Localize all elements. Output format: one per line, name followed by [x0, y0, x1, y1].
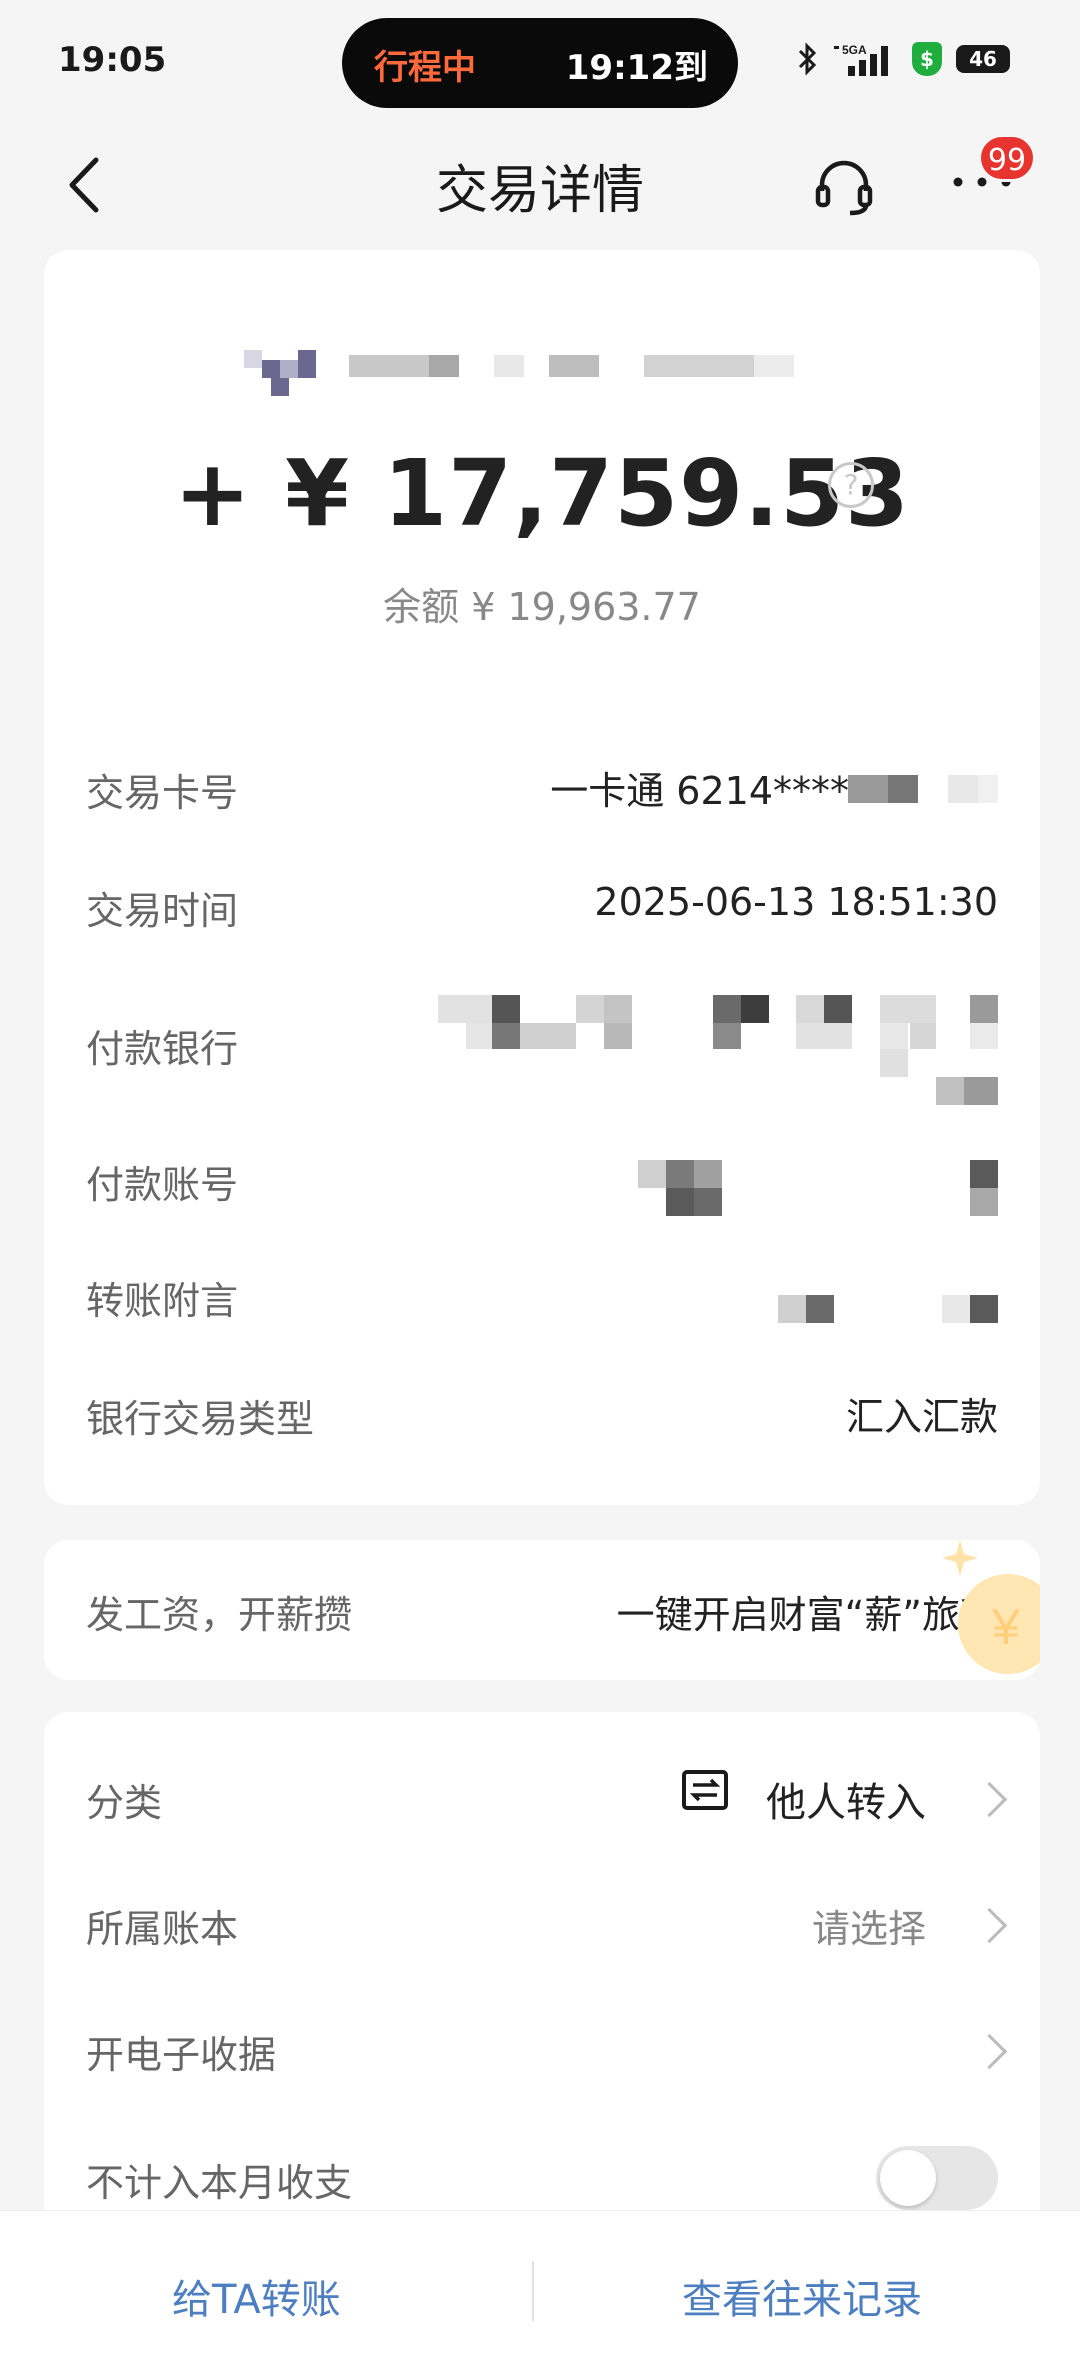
status-icons: 5GA $ 46: [796, 42, 1010, 76]
svg-text:5GA: 5GA: [842, 43, 867, 57]
toggle-knob: [880, 2150, 936, 2206]
trip-status-pill[interactable]: 行程中 19:12到: [342, 18, 738, 108]
coin-sparkle-icon: ¥: [942, 1540, 1040, 1674]
redacted-counterparty: [244, 350, 844, 410]
svg-text:¥: ¥: [991, 1599, 1020, 1655]
trip-label: 行程中: [374, 48, 476, 88]
exclude-label: 不计入本月收支: [86, 2161, 353, 2205]
headset-icon: [815, 160, 873, 216]
exclude-toggle[interactable]: [876, 2146, 998, 2210]
redacted-payer-account: [638, 1160, 998, 1216]
battery-icon: 46: [956, 45, 1010, 73]
detail-label: 转账附言: [86, 1279, 239, 1323]
detail-value: 汇入汇款: [845, 1395, 998, 1439]
row-label: 所属账本: [86, 1907, 239, 1951]
trip-eta: 19:12到: [565, 48, 708, 88]
detail-label: 交易卡号: [86, 771, 239, 815]
page-title: 交易详情: [435, 161, 644, 221]
transfer-button[interactable]: 给TA转账: [172, 2267, 341, 2325]
transaction-card: + ¥ 17,759.53 ? 余额 ¥ 19,963.77 交易卡号 一卡通 …: [44, 250, 1040, 1505]
battery-level: 46: [969, 47, 997, 71]
account-balance: 余额 ¥ 19,963.77: [383, 585, 701, 629]
ledger-value: 请选择: [811, 1907, 926, 1951]
detail-value: 一卡通 6214*****: [550, 769, 868, 813]
bluetooth-icon: [798, 42, 817, 76]
chevron-right-icon: [971, 2033, 1008, 2070]
chevron-right-icon: [971, 1781, 1008, 1818]
detail-label: 交易时间: [86, 889, 239, 933]
redacted-transfer-note: [778, 1295, 998, 1323]
row-label: 分类: [86, 1781, 163, 1825]
redacted-payer-bank: [438, 995, 998, 1105]
shield-icon: $: [912, 42, 942, 76]
promo-title: 发工资，开薪攒: [86, 1593, 353, 1637]
detail-label: 付款账号: [86, 1163, 239, 1207]
bottom-action-bar: 给TA转账 查看往来记录: [0, 2210, 1080, 2376]
detail-label: 银行交易类型: [86, 1397, 315, 1441]
detail-label: 付款银行: [86, 1027, 239, 1071]
ledger-row[interactable]: 所属账本 请选择: [44, 1868, 1040, 1978]
bottom-divider: [532, 2261, 534, 2321]
history-button[interactable]: 查看往来记录: [682, 2267, 922, 2325]
receipt-row[interactable]: 开电子收据: [44, 1994, 1040, 2104]
transaction-amount: + ¥ 17,759.53: [173, 440, 911, 547]
signal-5g-icon: 5GA: [834, 43, 888, 76]
transfer-icon: [682, 1770, 728, 1810]
status-time: 19:05: [58, 40, 167, 80]
category-value: 他人转入: [766, 1780, 926, 1826]
customer-service-button[interactable]: [812, 155, 876, 219]
chevron-right-icon: [971, 1907, 1008, 1944]
category-row[interactable]: 分类 他人转入: [44, 1742, 1040, 1852]
redacted-card-number: [848, 775, 998, 803]
salary-promo-banner[interactable]: 发工资，开薪攒 一键开启财富“薪”旅程 ¥: [44, 1540, 1040, 1680]
row-label: 开电子收据: [86, 2033, 277, 2077]
detail-value: 2025-06-13 18:51:30: [594, 880, 998, 924]
help-icon[interactable]: ?: [828, 462, 874, 508]
notification-badge: 99: [978, 134, 1036, 182]
